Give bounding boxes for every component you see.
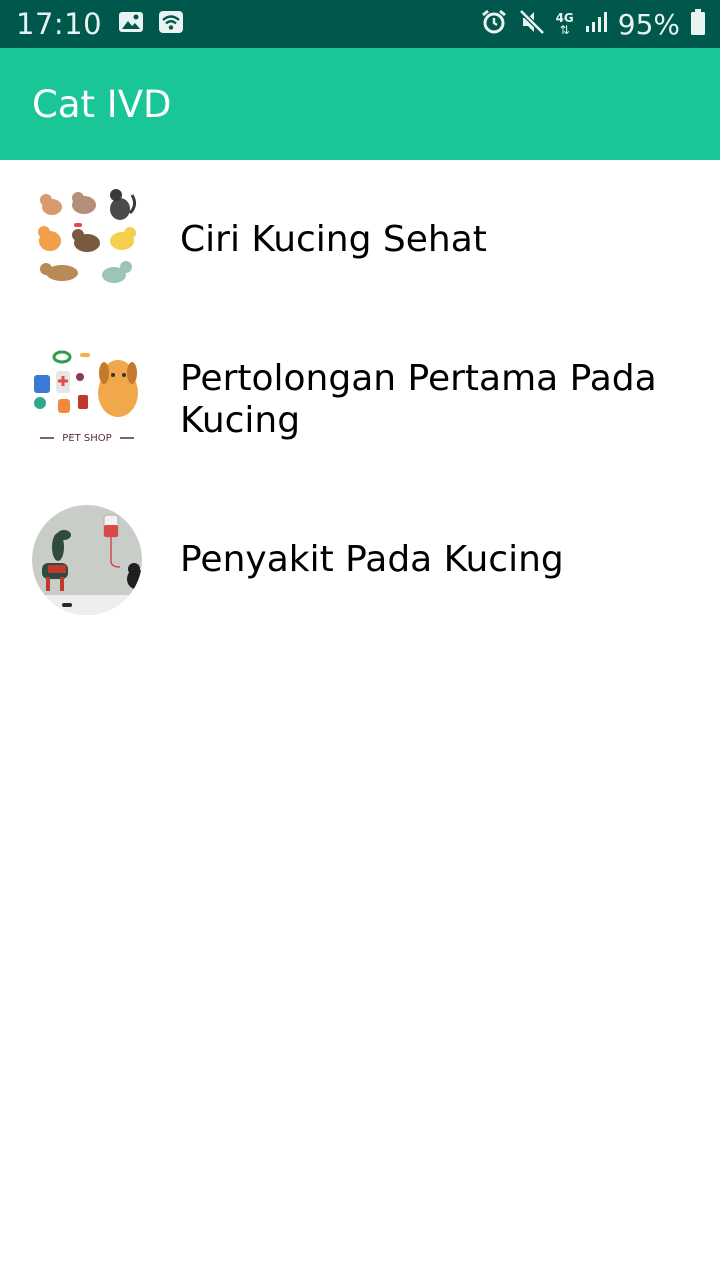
menu-item-ciri-kucing-sehat[interactable]: Ciri Kucing Sehat — [0, 160, 720, 320]
battery-icon — [690, 8, 706, 40]
alarm-icon — [480, 8, 508, 40]
image-icon — [118, 10, 144, 38]
app-title: Cat IVD — [32, 82, 172, 126]
battery-percent: 95% — [617, 7, 680, 41]
pet-shop-caption: PET SHOP — [62, 433, 111, 444]
status-bar: 17:10 4G ⇅ 95% — [0, 0, 720, 48]
menu-item-pertolongan-pertama[interactable]: PET SHOP Pertolongan Pertama Pada Kucing — [0, 320, 720, 480]
cats-collage-image — [32, 185, 142, 295]
menu-item-label: Pertolongan Pertama Pada Kucing — [180, 358, 657, 441]
app-bar: Cat IVD — [0, 48, 720, 160]
status-time: 17:10 — [16, 7, 103, 41]
vet-clinic-image — [32, 505, 142, 615]
pet-shop-image: PET SHOP — [32, 345, 142, 455]
signal-icon — [584, 10, 608, 38]
wifi-icon — [158, 10, 184, 38]
menu-item-label: Ciri Kucing Sehat — [180, 219, 487, 260]
network-4g-icon: 4G ⇅ — [555, 11, 574, 37]
menu-item-penyakit-pada-kucing[interactable]: Penyakit Pada Kucing — [0, 480, 720, 640]
menu-list: Ciri Kucing Sehat PET SHOP Pertolongan P… — [0, 160, 720, 640]
menu-item-label: Penyakit Pada Kucing — [180, 539, 564, 580]
mute-icon — [518, 8, 546, 40]
